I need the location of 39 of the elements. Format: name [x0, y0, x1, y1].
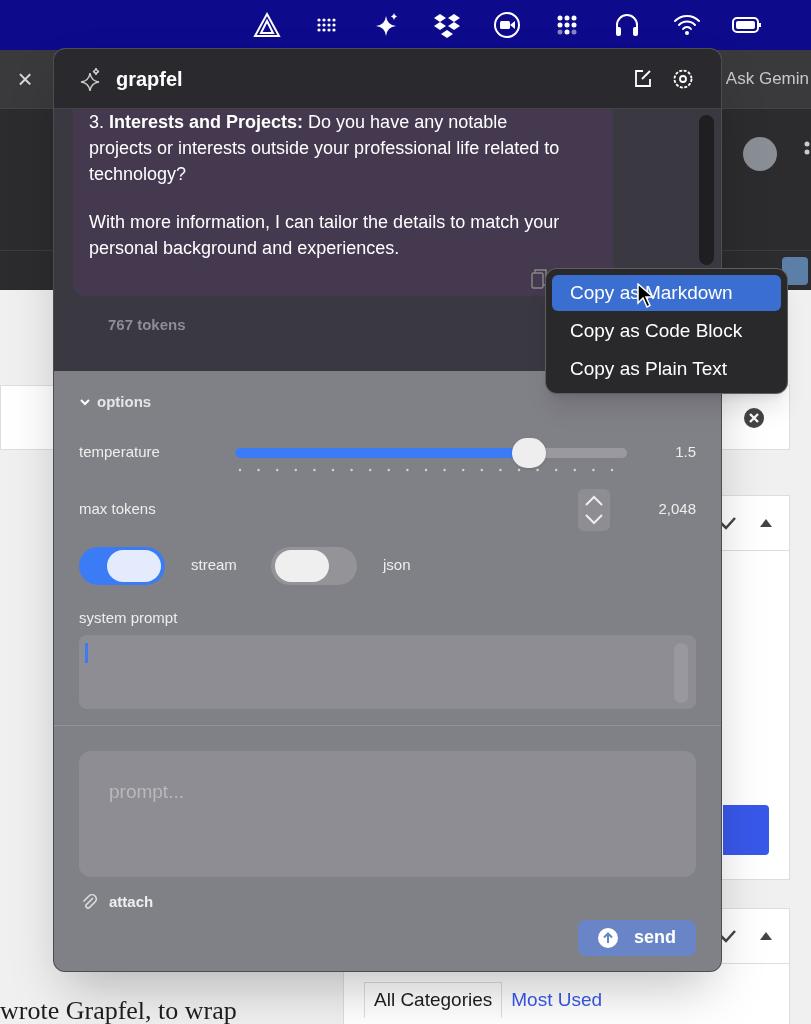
message-text: With more information, I can tailor the details to match your personal background and experiences.: [89, 211, 561, 260]
token-count: 767 tokens: [108, 315, 186, 335]
checkmark-icon[interactable]: [719, 929, 737, 943]
toggle-switch[interactable]: [271, 546, 357, 585]
max-tokens-value: 2,048: [658, 499, 696, 520]
body-text: wrote Grapfel, to wrap: [0, 995, 238, 1024]
setting-label: system prompt: [79, 607, 179, 628]
category-tab[interactable]: Most Used: [502, 982, 612, 1018]
toggle-label: json: [383, 555, 412, 576]
compose-icon[interactable]: [633, 68, 653, 89]
profile-picture[interactable]: [782, 256, 808, 285]
avatar[interactable]: [743, 137, 777, 171]
checkmark-icon[interactable]: [719, 516, 737, 530]
send-button[interactable]: send: [578, 919, 696, 956]
temperature-value: 1.5: [675, 442, 696, 463]
video-camera-icon[interactable]: [492, 10, 522, 40]
collapse-triangle-icon[interactable]: [759, 518, 773, 528]
stepper[interactable]: [578, 488, 611, 531]
slider-thumb[interactable]: [512, 437, 546, 468]
tab-close-button[interactable]: ×: [14, 59, 36, 99]
toggle-switch[interactable]: [79, 546, 165, 585]
clear-icon[interactable]: [743, 406, 765, 429]
system-prompt-field[interactable]: [79, 635, 696, 709]
scrollbar[interactable]: [699, 115, 714, 265]
menu-item[interactable]: Copy as Code Block: [552, 313, 781, 349]
browser-tab[interactable]: Ask Gemin: [725, 66, 811, 92]
text-cursor: [85, 643, 88, 663]
copy-icon[interactable]: [531, 269, 547, 289]
collapse-triangle-icon[interactable]: [759, 931, 773, 941]
toggle-label: stream: [191, 555, 238, 576]
triangle-logo-icon[interactable]: [252, 10, 282, 40]
setting-label: max tokens: [79, 499, 156, 520]
menu-item[interactable]: Copy as Plain Text: [552, 351, 781, 387]
app-title: grapfel: [116, 66, 183, 92]
category-tab[interactable]: All Categories: [364, 982, 503, 1018]
paperclip-icon: [81, 893, 97, 912]
sparkle-icon: [80, 66, 102, 91]
message-text: 3. Interests and Projects: Do you have any notable projects or interests outside your professional life related to technology?: [89, 111, 561, 186]
setting-label: temperature: [79, 442, 161, 463]
